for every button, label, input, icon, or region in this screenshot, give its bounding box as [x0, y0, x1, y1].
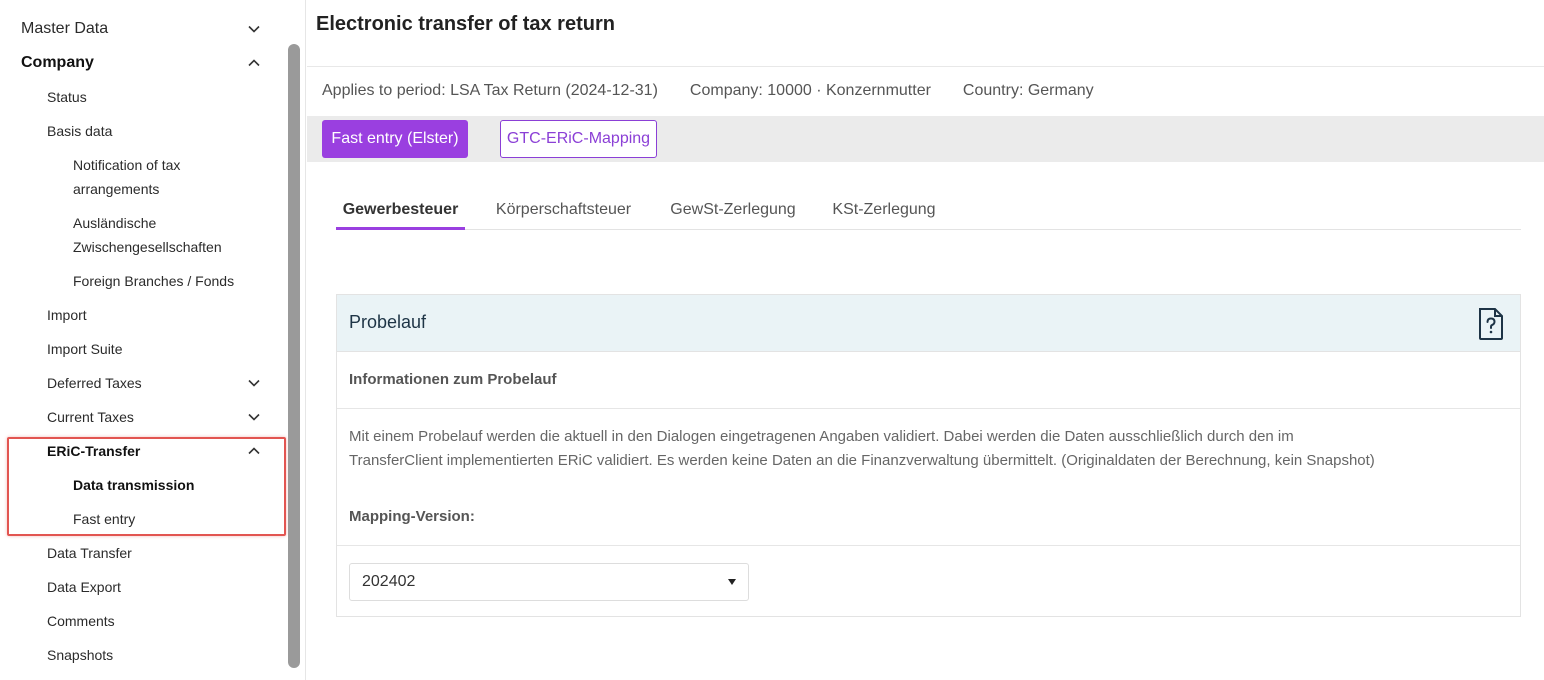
sidebar: Master Data Company Status Basis data No…: [0, 0, 306, 680]
company-info: Company: 10000 · Konzernmutter: [689, 82, 931, 99]
probelauf-description: Mit einem Probelauf werden die aktuell i…: [349, 425, 1499, 473]
sidebar-item-label: Comments: [47, 613, 115, 629]
sidebar-item-label: Foreign Branches / Fonds: [73, 273, 235, 289]
tab-gewerbesteuer[interactable]: Gewerbesteuer: [336, 190, 465, 230]
panel-title: Probelauf: [349, 312, 427, 332]
sidebar-item-label-line2: Zwischengesellschaften: [73, 239, 222, 255]
chevron-down-icon: [247, 410, 261, 424]
highlight-annotation-box: [7, 437, 286, 536]
sidebar-item-comments[interactable]: Comments: [47, 609, 261, 633]
sidebar-item-label-line2: arrangements: [73, 181, 160, 197]
section-divider: [337, 408, 1520, 409]
sidebar-item-status[interactable]: Status: [47, 85, 261, 109]
info-heading: Informationen zum Probelauf: [349, 371, 557, 388]
tab-kst-zerlegung[interactable]: KSt-Zerlegung: [824, 190, 944, 230]
sidebar-item-data-transfer[interactable]: Data Transfer: [47, 541, 261, 565]
sidebar-item-label: Master Data: [21, 20, 109, 37]
sidebar-item-label: Deferred Taxes: [47, 375, 142, 391]
tab-koerperschaftsteuer[interactable]: Körperschaftsteuer: [485, 190, 642, 230]
sidebar-item-snapshots[interactable]: Snapshots: [47, 643, 261, 667]
mapping-version-select[interactable]: 202402: [349, 563, 749, 601]
sidebar-item-notification-tax-arrangements[interactable]: Notification of tax arrangements: [73, 153, 261, 201]
sidebar-item-label: Snapshots: [47, 647, 114, 663]
mapping-version-value: 202402: [362, 573, 416, 590]
mapping-version-label: Mapping-Version:: [349, 508, 475, 525]
sidebar-item-label: Import Suite: [47, 341, 123, 357]
sidebar-item-current-taxes[interactable]: Current Taxes: [47, 405, 261, 429]
chevron-down-icon: [247, 376, 261, 390]
sidebar-item-basis-data[interactable]: Basis data: [47, 119, 261, 143]
sidebar-item-import[interactable]: Import: [47, 303, 261, 327]
sidebar-item-import-suite[interactable]: Import Suite: [47, 337, 261, 361]
context-info-row: Applies to period: LSA Tax Return (2024-…: [322, 80, 1094, 102]
country-info: Country: Germany: [962, 82, 1094, 99]
sidebar-item-label-line1: Ausländische: [73, 215, 157, 231]
action-toolbar: Fast entry (Elster) GTC-ERiC-Mapping: [307, 116, 1544, 162]
tax-type-tabs: Gewerbesteuer Körperschaftsteuer GewSt-Z…: [336, 190, 1521, 230]
chevron-up-icon: [247, 56, 261, 70]
sidebar-item-label: Status: [47, 89, 87, 105]
description-line1: Mit einem Probelauf werden die aktuell i…: [349, 428, 1294, 445]
sidebar-item-label: Data Export: [47, 579, 121, 595]
section-divider: [337, 545, 1520, 546]
sidebar-item-deferred-taxes[interactable]: Deferred Taxes: [47, 371, 261, 395]
dropdown-caret-icon: [728, 579, 736, 585]
help-document-icon[interactable]: [1477, 307, 1505, 341]
sidebar-item-label: Current Taxes: [47, 409, 134, 425]
sidebar-item-label: Data Transfer: [47, 545, 132, 561]
probelauf-panel: Probelauf Informationen zum Probelauf Mi…: [336, 294, 1521, 617]
main-content: Electronic transfer of tax return Applie…: [307, 0, 1544, 680]
fast-entry-elster-button[interactable]: Fast entry (Elster): [322, 120, 468, 158]
panel-header: Probelauf: [337, 295, 1520, 352]
sidebar-scrollbar[interactable]: [288, 44, 300, 668]
sidebar-item-label: Basis data: [47, 123, 113, 139]
sidebar-item-data-export[interactable]: Data Export: [47, 575, 261, 599]
sidebar-item-master-data[interactable]: Master Data: [21, 17, 261, 41]
sidebar-item-foreign-branches[interactable]: Foreign Branches / Fonds: [73, 269, 261, 293]
sidebar-item-auslaendische-zwischengesellschaften[interactable]: Ausländische Zwischengesellschaften: [73, 211, 261, 259]
description-line2: TransferClient implementierten ERiC vali…: [349, 452, 1375, 469]
period-info: Applies to period: LSA Tax Return (2024-…: [322, 82, 658, 99]
gtc-eric-mapping-button[interactable]: GTC-ERiC-Mapping: [500, 120, 657, 158]
sidebar-item-company[interactable]: Company: [21, 51, 261, 75]
sidebar-item-label-line1: Notification of tax: [73, 157, 181, 173]
sidebar-item-label: Company: [21, 54, 94, 71]
page-title: Electronic transfer of tax return: [316, 13, 615, 35]
title-divider: [307, 66, 1544, 67]
chevron-down-icon: [247, 22, 261, 36]
sidebar-item-label: Import: [47, 307, 87, 323]
tab-gewst-zerlegung[interactable]: GewSt-Zerlegung: [662, 190, 804, 230]
